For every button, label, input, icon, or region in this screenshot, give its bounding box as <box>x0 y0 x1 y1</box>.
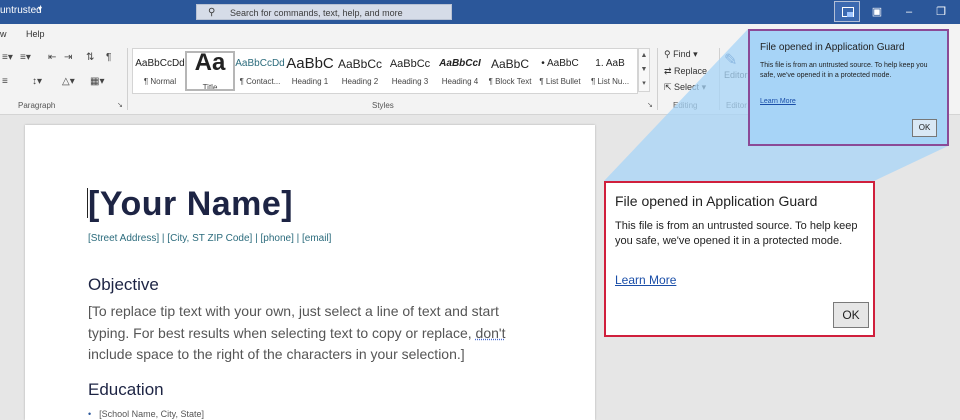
document-title: untrusted <box>0 5 42 16</box>
editor-label: Editor <box>724 70 748 80</box>
bullets-icon[interactable]: ≡▾ <box>2 52 13 63</box>
contact-line[interactable]: [Street Address] | [City, ST ZIP Code] |… <box>88 233 331 244</box>
style-list-number[interactable]: 1. AaB ¶ List Nu... <box>585 51 635 91</box>
style-heading-3[interactable]: AaBbCc Heading 3 <box>385 51 435 91</box>
resume-name[interactable]: [Your Name] <box>88 185 293 224</box>
paragraph-group-label: Paragraph <box>18 101 56 110</box>
objective-text[interactable]: [To replace tip text with your own, just… <box>88 301 528 366</box>
dialog-small-body: This file is from an untrusted source. T… <box>760 62 928 79</box>
scroll-down-icon[interactable]: ▼ <box>639 63 649 77</box>
dialog-body: This file is from an untrusted source. T… <box>615 220 858 247</box>
decrease-indent-icon[interactable]: ⇤ <box>48 52 56 63</box>
styles-launcher-icon[interactable]: ↘ <box>647 101 653 109</box>
numbering-icon[interactable]: ≡▾ <box>20 52 31 63</box>
style-heading-4[interactable]: AaBbCcI Heading 4 <box>435 51 485 91</box>
increase-indent-icon[interactable]: ⇥ <box>64 52 72 63</box>
replace-button[interactable]: ⇄ Replace <box>664 66 707 77</box>
paragraph-launcher-icon[interactable]: ↘ <box>117 101 123 109</box>
document-page[interactable]: [Your Name] [Street Address] | [City, ST… <box>25 125 595 420</box>
search-icon: ⚲ <box>208 7 216 18</box>
application-guard-dialog: File opened in Application Guard This fi… <box>604 181 875 337</box>
tab-help[interactable]: Help <box>26 29 45 39</box>
align-icon[interactable]: ≡ <box>2 76 8 87</box>
style-title[interactable]: Aa Title <box>185 51 235 91</box>
minimize-icon[interactable]: – <box>894 0 924 24</box>
editor-icon: ✎ <box>724 52 738 69</box>
style-heading-1[interactable]: AaBbC Heading 1 <box>285 51 335 91</box>
styles-group-label: Styles <box>372 101 394 110</box>
dialog-small-title: File opened in Application Guard <box>760 42 905 53</box>
learn-more-link[interactable]: Learn More <box>615 273 676 287</box>
title-dropdown-icon[interactable]: ▾ <box>38 4 42 13</box>
borders-icon[interactable]: ▦▾ <box>90 76 104 87</box>
application-guard-dialog-small: File opened in Application Guard This fi… <box>748 29 949 146</box>
education-heading[interactable]: Education <box>88 380 164 400</box>
title-bar: untrusted ▾ ⚲ Search for commands, text,… <box>0 0 960 24</box>
styles-gallery: AaBbCcDd ¶ Normal Aa Title AaBbCcDd ¶ Co… <box>132 48 638 94</box>
editor-group-label: Editor <box>726 101 747 110</box>
search-box[interactable]: ⚲ Search for commands, text, help, and m… <box>196 4 452 20</box>
find-button[interactable]: ⚲ Find ▾ <box>664 49 698 60</box>
style-contact[interactable]: AaBbCcDd ¶ Contact... <box>235 51 285 91</box>
dialog-small-learn-more-link[interactable]: Learn More <box>760 98 796 105</box>
tab-view[interactable]: w <box>0 29 7 39</box>
replace-icon: ⇄ <box>664 66 675 76</box>
style-normal[interactable]: AaBbCcDd ¶ Normal <box>135 51 185 91</box>
ok-button[interactable]: OK <box>833 302 869 328</box>
search-placeholder: Search for commands, text, help, and mor… <box>230 8 403 18</box>
restore-icon[interactable]: ❐ <box>926 0 956 24</box>
sort-icon[interactable]: ⇅ <box>86 52 94 63</box>
editing-group-label: Editing <box>673 101 698 110</box>
line-spacing-icon[interactable]: ↕▾ <box>32 76 42 87</box>
scroll-up-icon[interactable]: ▲ <box>639 49 649 63</box>
objective-heading[interactable]: Objective <box>88 275 159 295</box>
ribbon-display-options-icon[interactable]: ▣ <box>862 0 892 24</box>
style-block-text[interactable]: AaBbC ¶ Block Text <box>485 51 535 91</box>
bullet-icon: • <box>88 409 92 419</box>
select-icon: ⇱ <box>664 82 675 92</box>
shading-icon[interactable]: △▾ <box>62 76 75 87</box>
dialog-title: File opened in Application Guard <box>615 193 818 209</box>
more-styles-icon[interactable]: ▾ <box>639 77 649 91</box>
find-icon: ⚲ <box>664 49 674 59</box>
paragraph-group: ≡▾ ≡▾ ⇤ ⇥ ⇅ ¶ ≡ ↕▾ △▾ ▦▾ <box>0 50 126 96</box>
dialog-small-ok-button[interactable]: OK <box>912 119 937 137</box>
select-button[interactable]: ⇱ Select ▾ <box>664 82 706 93</box>
education-list-item[interactable]: • [School Name, City, State] <box>88 409 204 419</box>
application-guard-icon[interactable] <box>834 1 860 22</box>
editor-button[interactable]: ✎ Editor <box>724 50 748 80</box>
style-list-bullet[interactable]: • AaBbC ¶ List Bullet <box>535 51 585 91</box>
spelling-flag: don't <box>475 324 506 341</box>
styles-gallery-scroll[interactable]: ▲ ▼ ▾ <box>638 48 650 92</box>
style-heading-2[interactable]: AaBbCc Heading 2 <box>335 51 385 91</box>
show-marks-icon[interactable]: ¶ <box>106 52 111 63</box>
